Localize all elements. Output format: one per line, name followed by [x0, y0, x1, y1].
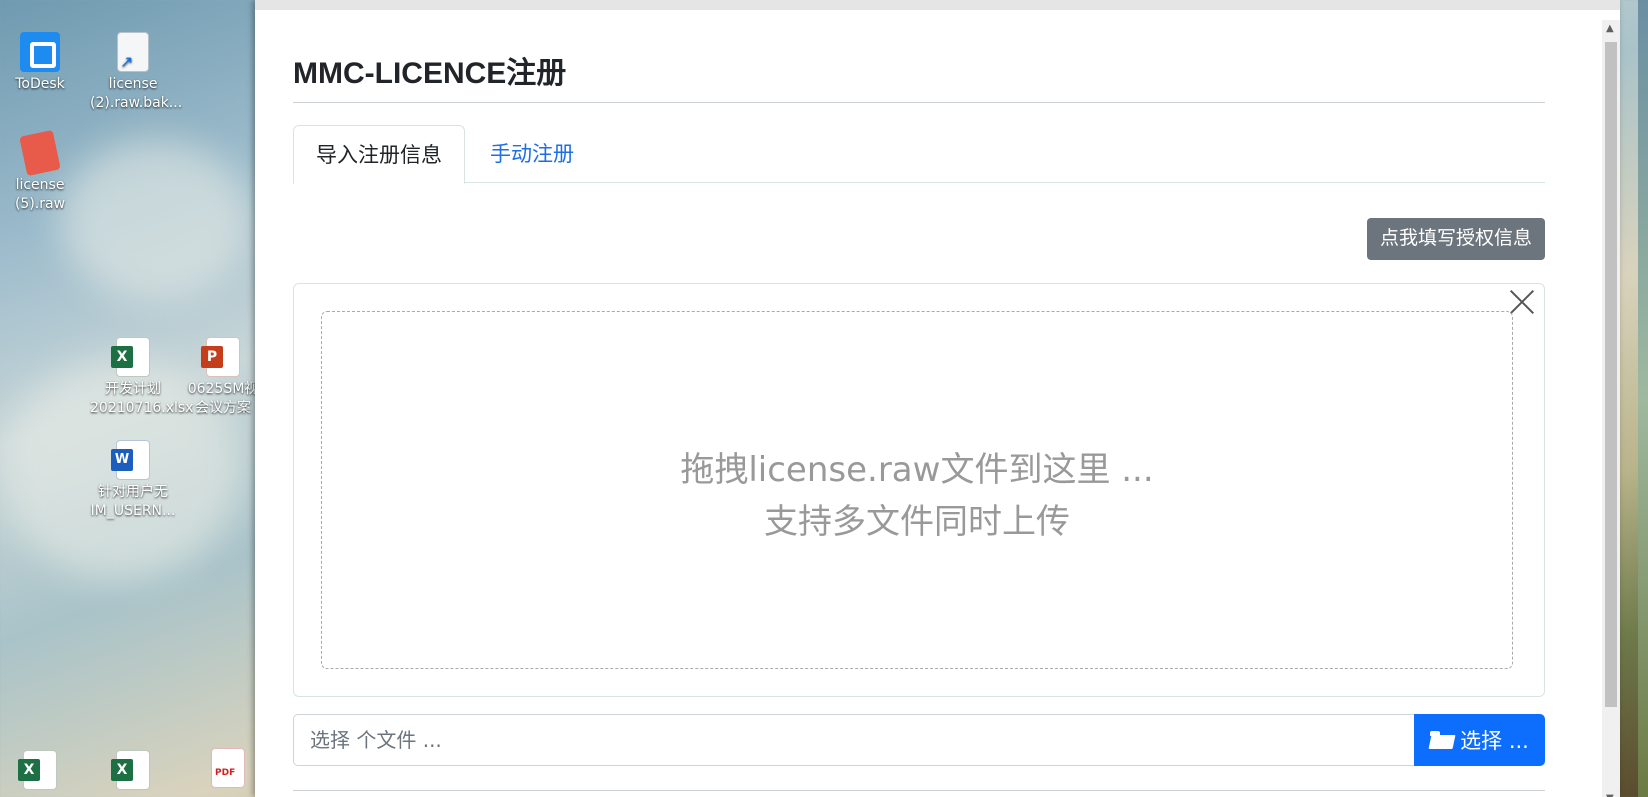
modal-title: MMC-LICENCE注册 — [293, 57, 567, 90]
drop-zone-caption: 拖拽license.raw文件到这里 ... 支持多文件同时上传 — [322, 444, 1512, 548]
drop-zone-line1: 拖拽license.raw文件到这里 ... — [680, 450, 1154, 490]
desktop-icon-meeting-plan[interactable]: 0625SM视 会议方案 — [180, 337, 266, 418]
choose-file-button[interactable]: 选择 ... — [1414, 714, 1545, 766]
powerpoint-file-icon — [201, 337, 240, 377]
scroll-down-icon[interactable]: ▼ — [1606, 793, 1614, 797]
desktop-icon-partial-excel-2[interactable] — [90, 750, 176, 793]
excel-file-icon — [111, 750, 150, 790]
fill-authorization-button[interactable]: 点我填写授权信息 — [1366, 218, 1545, 260]
choose-file-label: 选择 ... — [1460, 729, 1529, 753]
desktop-icon-dev-plan[interactable]: 开发计划 20210716.xlsx — [90, 337, 194, 418]
excel-file-icon — [18, 750, 57, 790]
scrollbar-thumb[interactable] — [1605, 42, 1617, 707]
tab-import-registration[interactable]: 导入注册信息 — [293, 125, 465, 184]
tab-manual-registration[interactable]: 手动注册 — [468, 125, 596, 184]
desktop-icon-partial-excel[interactable] — [0, 750, 83, 793]
desktop-right-edge — [1638, 0, 1648, 797]
file-drop-panel: 拖拽license.raw文件到这里 ... 支持多文件同时上传 — [293, 283, 1545, 697]
drop-zone-line2: 支持多文件同时上传 — [764, 502, 1070, 542]
desktop-icon-label: 开发计划 20210716.xlsx — [90, 381, 194, 416]
folder-open-icon — [1430, 731, 1454, 749]
desktop-icon-label: ToDesk — [15, 76, 65, 92]
desktop-icon-label: 0625SM视 会议方案 — [187, 381, 259, 416]
modal-scrollbar[interactable]: ▲ ▼ — [1602, 20, 1620, 797]
desktop-icon-todesk[interactable]: ToDesk — [0, 32, 83, 94]
pdf-file-icon — [211, 748, 245, 788]
close-icon[interactable] — [1508, 288, 1536, 316]
licence-registration-modal: MMC-LICENCE注册 导入注册信息 手动注册 点我填写授权信息 拖拽lic… — [255, 0, 1620, 797]
registration-tabs: 导入注册信息 手动注册 — [293, 125, 1545, 184]
footer-divider — [293, 790, 1545, 791]
drop-zone[interactable]: 拖拽license.raw文件到这里 ... 支持多文件同时上传 — [321, 311, 1513, 669]
todesk-icon — [20, 32, 60, 72]
title-divider — [293, 102, 1545, 103]
scroll-up-icon[interactable]: ▲ — [1606, 23, 1614, 34]
desktop-icon-label: license (5).raw — [14, 177, 66, 212]
file-picker-row: 选择 ... — [293, 714, 1545, 766]
desktop-icon-label: license (2).raw.bak... — [90, 76, 183, 111]
shortcut-file-icon — [117, 32, 149, 72]
desktop-icon-label: 针对用户无 IM_USERN... — [90, 484, 176, 519]
file-caption-input[interactable] — [293, 714, 1414, 766]
excel-file-icon — [111, 337, 150, 377]
notepad-icon — [19, 129, 61, 177]
desktop-icon-license-raw[interactable]: license (5).raw — [0, 129, 83, 214]
desktop-icon-im-user-doc[interactable]: 针对用户无 IM_USERN... — [90, 440, 176, 521]
word-file-icon — [111, 440, 150, 480]
desktop-icon-license-bak[interactable]: license (2).raw.bak... — [90, 32, 183, 113]
